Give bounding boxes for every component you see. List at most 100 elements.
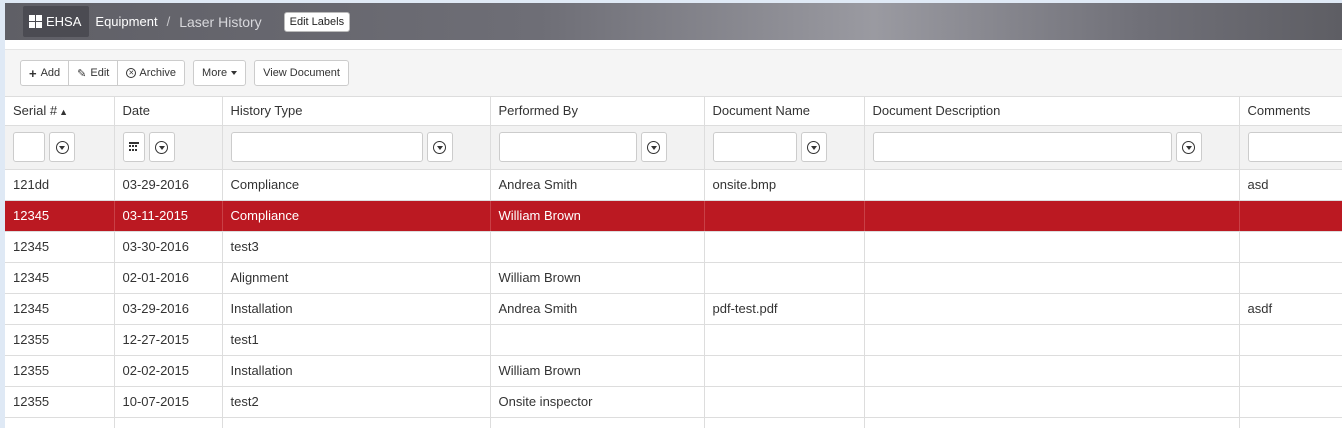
view-document-button[interactable]: View Document: [254, 60, 349, 86]
cell-history-type: Installation: [222, 293, 491, 325]
cell-date: 03-29-2016: [114, 169, 223, 201]
breadcrumb-equipment[interactable]: Equipment: [95, 14, 157, 29]
cell-document-name: [704, 231, 865, 263]
filter-icon: [647, 140, 660, 154]
cell-document-description: [864, 262, 1240, 294]
column-header-serial[interactable]: Serial # ▲: [5, 97, 115, 126]
cell-comments: [1239, 231, 1342, 263]
sort-asc-icon: ▲: [59, 107, 68, 118]
cell-comments: [1239, 355, 1342, 387]
cell-document-name: [704, 262, 865, 294]
cell-serial: 12355: [5, 355, 115, 387]
cell-performed-by: Andrea Smith: [490, 293, 705, 325]
filter-icon: [155, 140, 168, 154]
brand-label: EHSA: [46, 14, 82, 29]
column-header-performed-by[interactable]: Performed By: [490, 97, 705, 126]
cell-comments: [1239, 262, 1342, 294]
cell-performed-by: William Brown: [490, 355, 705, 387]
cell-history-type: Compliance: [222, 200, 491, 232]
pencil-icon: ✎: [77, 67, 87, 80]
column-header-date[interactable]: Date: [114, 97, 223, 126]
archive-button[interactable]: ✕ Archive: [117, 60, 186, 86]
table-row[interactable]: 12345 03-30-2016 test3: [5, 231, 1342, 263]
cell-history-type: Alignment: [222, 262, 491, 294]
cell-serial: 12355: [5, 386, 115, 418]
grid-icon: [29, 15, 42, 28]
filter-icon: [1182, 140, 1195, 154]
cell-history-type: Installation: [222, 355, 491, 387]
cell-serial: 12345: [5, 231, 115, 263]
table-row[interactable]: 12355 10-07-2015 test2 Onsite inspector: [5, 386, 1342, 418]
cell-comments: asd: [1239, 169, 1342, 201]
cell-document-name: pdf-test.pdf: [704, 293, 865, 325]
table-row[interactable]: 12355 12-27-2015 test1: [5, 324, 1342, 356]
cell-document-description: [864, 417, 1240, 428]
column-header-history-type[interactable]: History Type: [222, 97, 491, 126]
top-header: EHSA Equipment / Laser History Edit Labe…: [5, 3, 1342, 40]
cell-date: 10-07-2015: [114, 386, 223, 418]
document-name-filter-input[interactable]: [712, 132, 797, 162]
performed-by-filter-button[interactable]: [640, 132, 667, 162]
cell-document-description: [864, 200, 1240, 232]
table-row[interactable]: 121dd 03-29-2016 Compliance Andrea Smith ons…: [5, 169, 1342, 201]
cell-performed-by: William Brown: [490, 262, 705, 294]
cell-serial: 12355: [5, 324, 115, 356]
comments-filter-input[interactable]: [1247, 132, 1342, 162]
document-name-filter-button[interactable]: [800, 132, 827, 162]
edit-labels-button[interactable]: Edit Labels: [283, 11, 351, 32]
document-description-filter-input[interactable]: [872, 132, 1172, 162]
header-row: Serial # ▲ Date History Type Performed By…: [5, 97, 1342, 126]
history-table: Serial # ▲ Date History Type Performed By…: [5, 97, 1342, 428]
edit-button[interactable]: ✎ Edit: [68, 60, 119, 86]
date-filter-button[interactable]: [148, 132, 175, 162]
caret-down-icon: [231, 71, 238, 75]
cell-performed-by: [490, 417, 705, 428]
cell-date: 03-11-2015: [114, 200, 223, 232]
filter-row: [5, 125, 1342, 170]
cell-date: 02-01-2016: [114, 262, 223, 294]
plus-icon: +: [29, 65, 37, 81]
table-row[interactable]: 12355 02-02-2015 Installation William Brown: [5, 355, 1342, 387]
serial-filter-button[interactable]: [49, 132, 75, 162]
filter-icon: [433, 140, 446, 154]
cell-comments: [1239, 200, 1342, 232]
cell-serial: 12345: [5, 200, 115, 232]
history-type-filter-button[interactable]: [426, 132, 453, 162]
column-header-comments[interactable]: Comments: [1239, 97, 1342, 126]
document-description-filter-button[interactable]: [1175, 132, 1202, 162]
brand-home-button[interactable]: EHSA: [23, 6, 90, 37]
breadcrumb-current: Laser History: [179, 13, 262, 30]
column-header-document-name[interactable]: Document Name: [704, 97, 865, 126]
cell-document-name: [704, 417, 865, 428]
performed-by-filter-input[interactable]: [498, 132, 637, 162]
cell-performed-by: Andrea Smith: [490, 169, 705, 201]
table-row[interactable]: 12345 03-29-2016 Installation Andrea Smith p…: [5, 293, 1342, 325]
breadcrumb-separator: /: [166, 14, 171, 29]
cell-history-type: test3: [222, 231, 491, 263]
cell-document-name: [704, 324, 865, 356]
cell-document-name: [704, 386, 865, 418]
cell-performed-by: Onsite inspector: [490, 386, 705, 418]
table-row[interactable]: [5, 417, 1342, 428]
add-button[interactable]: + Add: [20, 60, 70, 86]
edit-label: Edit: [90, 67, 110, 79]
cell-date: 03-30-2016: [114, 231, 223, 263]
date-picker-button[interactable]: [122, 132, 145, 162]
serial-filter-input[interactable]: [13, 132, 45, 162]
more-dropdown-button[interactable]: More: [193, 60, 247, 86]
cell-date: 12-27-2015: [114, 324, 223, 356]
cell-comments: [1239, 386, 1342, 418]
cell-history-type: Compliance: [222, 169, 491, 201]
table-row[interactable]: 12345 03-11-2015 Compliance William Brown: [5, 200, 1342, 232]
cell-serial: 12345: [5, 293, 115, 325]
table-row[interactable]: 12345 02-01-2016 Alignment William Brown: [5, 262, 1342, 294]
cell-history-type: test2: [222, 386, 491, 418]
cell-document-description: [864, 355, 1240, 387]
cell-document-description: [864, 231, 1240, 263]
column-header-document-description[interactable]: Document Description: [864, 97, 1240, 126]
cell-performed-by: William Brown: [490, 200, 705, 232]
history-type-filter-input[interactable]: [230, 132, 423, 162]
cell-serial: 12345: [5, 262, 115, 294]
cell-history-type: test1: [222, 324, 491, 356]
cell-comments: [1239, 417, 1342, 428]
